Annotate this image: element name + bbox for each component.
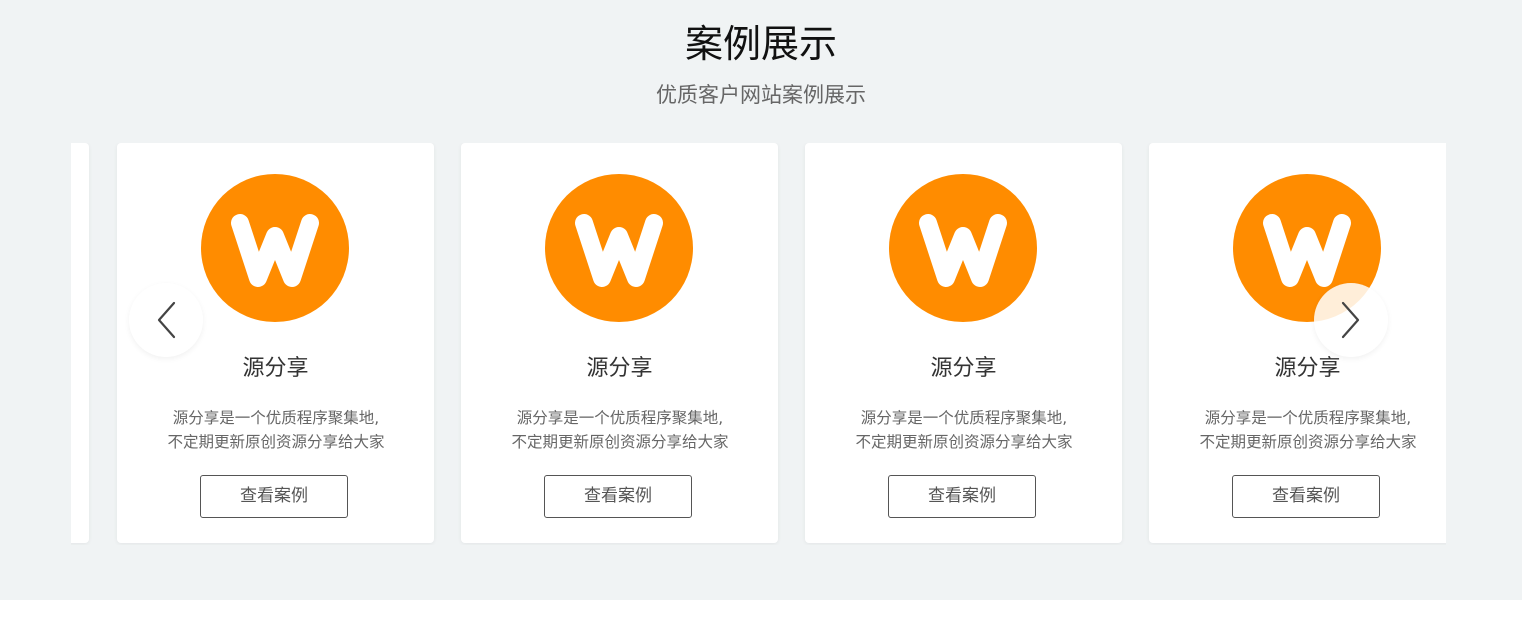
view-case-button[interactable]: 查看案例 (544, 475, 692, 518)
case-card: 源分享 源分享是一个优质程序聚集地, 不定期更新原创资源分享给大家 查看案例 (1149, 143, 1446, 543)
card-desc-line2: 不定期更新原创资源分享给大家 (1199, 433, 1417, 451)
chevron-left-icon (157, 301, 176, 339)
card-desc-line2: 不定期更新原创资源分享给大家 (167, 433, 385, 451)
chevron-right-icon (1341, 301, 1360, 339)
card-title: 源分享 (586, 356, 653, 381)
card-description: 源分享是一个优质程序聚集地, 不定期更新原创资源分享给大家 (495, 406, 745, 454)
card-desc-line2: 不定期更新原创资源分享给大家 (511, 433, 729, 451)
card-desc-line1: 源分享是一个优质程序聚集地, (860, 409, 1068, 427)
card-title: 源分享 (1274, 356, 1341, 381)
card-desc-line2: 不定期更新原创资源分享给大家 (855, 433, 1073, 451)
view-case-button[interactable]: 查看案例 (1232, 475, 1380, 518)
card-title: 源分享 (242, 356, 309, 381)
carousel-viewport: 源分享 源分享是一个优质程序聚集地, 不定期更新原创资源分享给大家 查看案例 源… (71, 143, 1446, 545)
carousel-prev-button[interactable] (129, 283, 203, 357)
card-description: 源分享是一个优质程序聚集地, 不定期更新原创资源分享给大家 (839, 406, 1089, 454)
card-desc-line1: 源分享是一个优质程序聚集地, (516, 409, 724, 427)
section-title: 案例展示 (684, 22, 837, 66)
card-description: 源分享是一个优质程序聚集地, 不定期更新原创资源分享给大家 (151, 406, 401, 454)
card-desc-line1: 源分享是一个优质程序聚集地, (172, 409, 380, 427)
case-showcase-section: 案例展示 优质客户网站案例展示 源分享 源分享是一个优质程序聚集地, 不定期更新… (0, 0, 1522, 600)
carousel-next-button[interactable] (1314, 283, 1388, 357)
view-case-button[interactable]: 查看案例 (888, 475, 1036, 518)
card-desc-line1: 源分享是一个优质程序聚集地, (1204, 409, 1412, 427)
w-logo-icon (545, 174, 693, 322)
section-subtitle: 优质客户网站案例展示 (656, 83, 866, 107)
case-card-partial (71, 143, 89, 543)
case-card: 源分享 源分享是一个优质程序聚集地, 不定期更新原创资源分享给大家 查看案例 (805, 143, 1122, 543)
w-logo-icon (889, 174, 1037, 322)
card-title: 源分享 (930, 356, 997, 381)
card-description: 源分享是一个优质程序聚集地, 不定期更新原创资源分享给大家 (1183, 406, 1433, 454)
view-case-button[interactable]: 查看案例 (200, 475, 348, 518)
case-card: 源分享 源分享是一个优质程序聚集地, 不定期更新原创资源分享给大家 查看案例 (461, 143, 778, 543)
carousel-track: 源分享 源分享是一个优质程序聚集地, 不定期更新原创资源分享给大家 查看案例 源… (71, 143, 1446, 545)
w-logo-icon (201, 174, 349, 322)
